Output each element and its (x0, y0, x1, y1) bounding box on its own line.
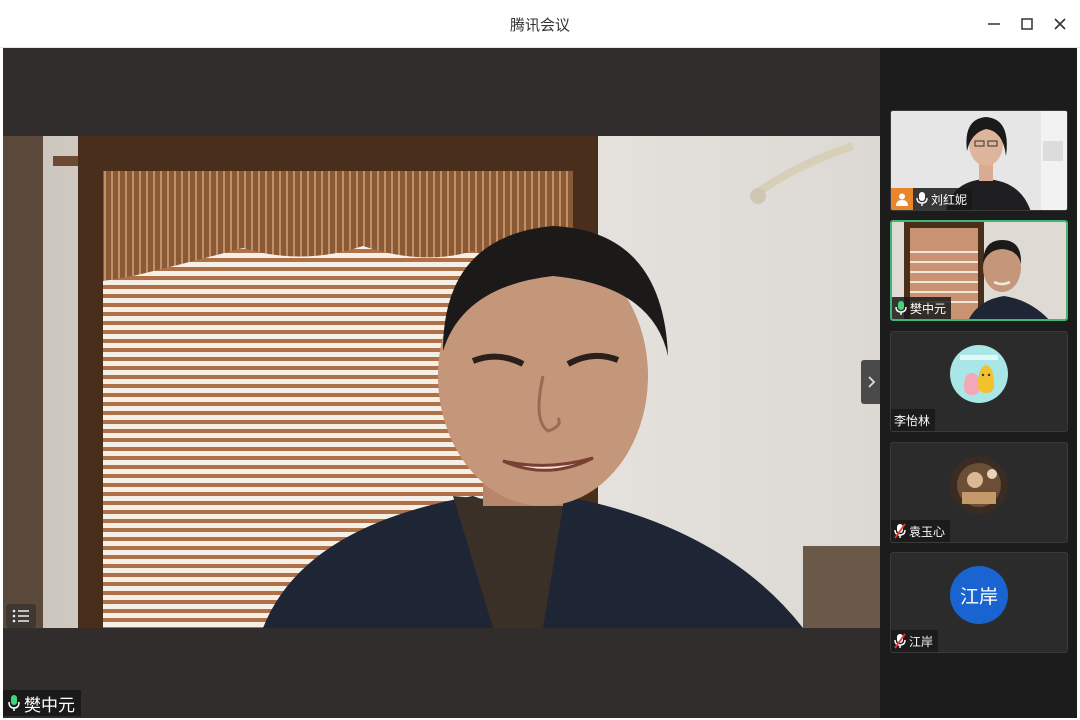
participant-label: 樊中元 (892, 297, 952, 319)
participant-tile[interactable]: 李怡林 (890, 331, 1068, 432)
main-stage: 樊中元 (3, 48, 880, 718)
participant-name: 樊中元 (910, 301, 947, 316)
mic-icon (916, 192, 928, 206)
mic-on-icon (895, 301, 907, 315)
participant-list-toggle[interactable] (6, 604, 36, 628)
participant-label: 刘红妮 (891, 188, 973, 210)
chevron-right-icon (868, 376, 876, 388)
window-title: 腾讯会议 (509, 16, 570, 34)
participant-label: 袁玉心 (891, 520, 951, 542)
title-bar: 腾讯会议 (0, 0, 1080, 48)
participant-name: 袁玉心 (909, 524, 946, 539)
close-button[interactable] (1048, 12, 1072, 36)
minimize-button[interactable] (982, 12, 1006, 36)
participant-name: 李怡林 (894, 413, 931, 428)
minimize-icon (988, 23, 1000, 25)
profile-picture-image (950, 456, 1008, 514)
participant-name: 江岸 (909, 634, 934, 649)
mic-muted-icon (894, 633, 906, 649)
participant-tile[interactable]: 江岸 江岸 (890, 552, 1068, 653)
main-video-feed[interactable] (3, 136, 880, 628)
main-speaker-label: 樊中元 (3, 690, 81, 716)
host-icon (891, 188, 913, 210)
collapse-sidebar-button[interactable] (861, 360, 880, 404)
participant-label: 江岸 (891, 630, 939, 652)
participant-sidebar: 刘红妮 樊中元 李怡林 袁玉心 江岸 江岸 (880, 48, 1077, 718)
speaker-video-image (3, 136, 880, 628)
avatar (950, 456, 1008, 514)
avatar (950, 345, 1008, 403)
close-icon (1054, 18, 1066, 30)
list-icon (12, 609, 29, 623)
participant-tile-active[interactable]: 樊中元 (890, 220, 1068, 321)
mic-muted-icon (894, 523, 906, 539)
maximize-button[interactable] (1015, 12, 1039, 36)
mic-on-icon (8, 695, 20, 711)
maximize-icon (1021, 18, 1033, 30)
participant-label: 李怡林 (891, 409, 936, 431)
avatar: 江岸 (950, 566, 1008, 624)
profile-picture-image (950, 345, 1008, 403)
main-speaker-name: 樊中元 (24, 695, 75, 716)
participant-name: 刘红妮 (931, 192, 968, 207)
participant-tile[interactable]: 袁玉心 (890, 442, 1068, 543)
participant-tile[interactable]: 刘红妮 (890, 110, 1068, 211)
